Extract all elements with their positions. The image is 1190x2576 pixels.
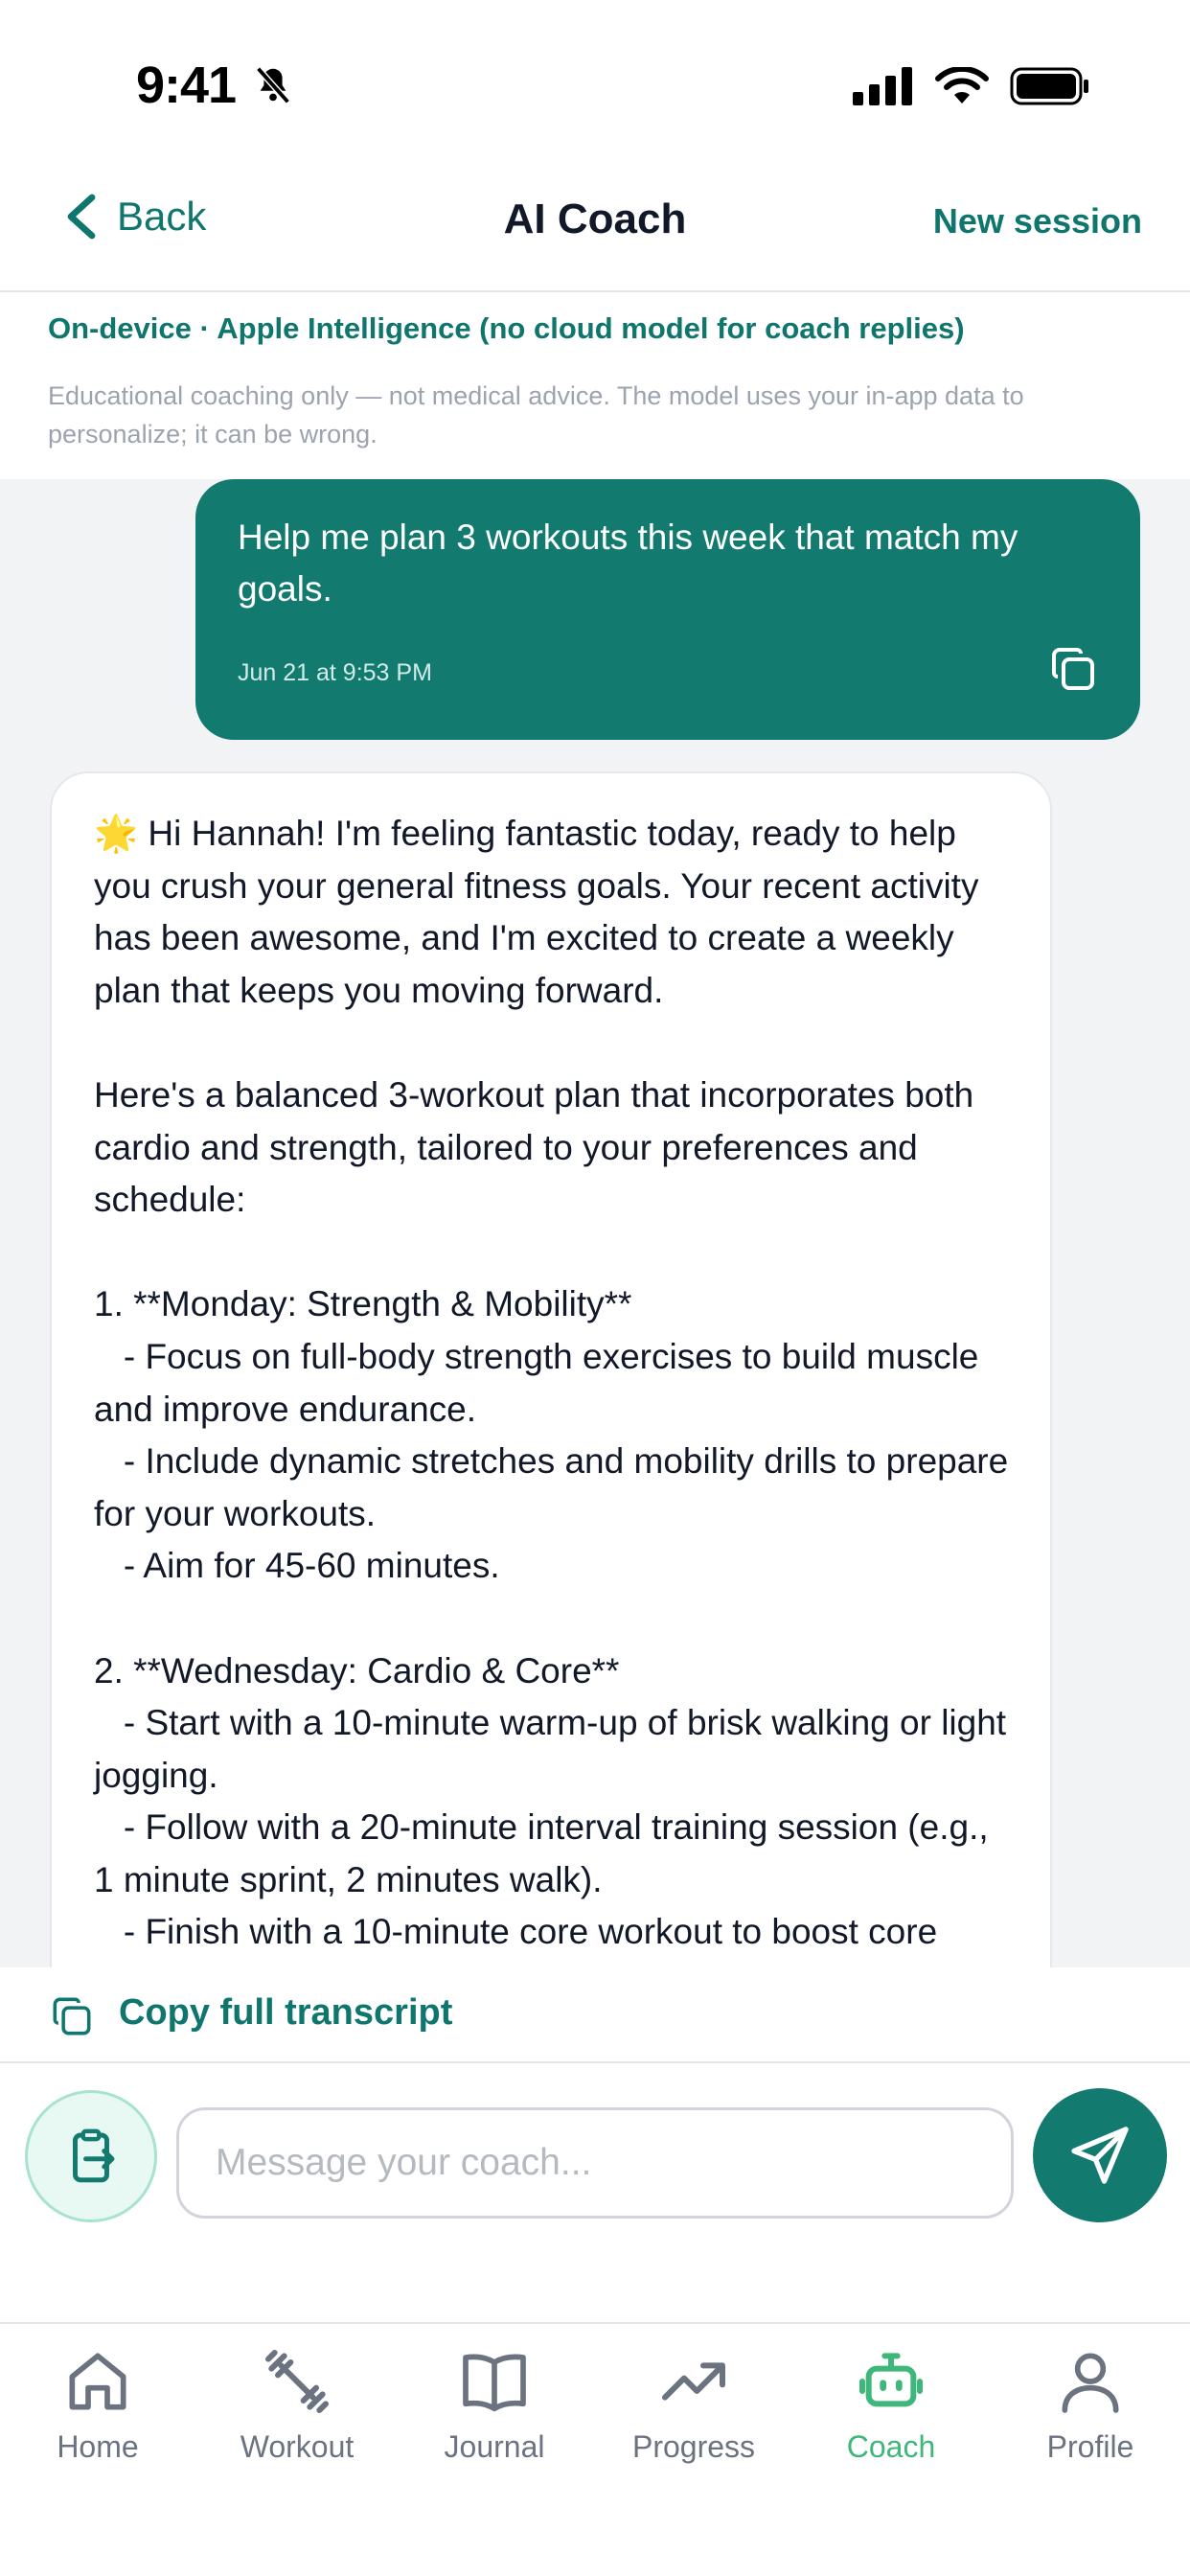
coach-message-text: 🌟 Hi Hannah! I'm feeling fantastic today… bbox=[94, 814, 1009, 1967]
tab-workout[interactable]: Workout bbox=[211, 2343, 383, 2496]
message-input[interactable] bbox=[176, 2107, 1014, 2219]
new-session-button[interactable]: New session bbox=[933, 201, 1142, 242]
send-icon bbox=[1071, 2127, 1129, 2184]
coach-message-bubble: 🌟 Hi Hannah! I'm feeling fantastic today… bbox=[50, 771, 1052, 1967]
on-device-label: On-device · Apple Intelligence (no cloud… bbox=[48, 311, 965, 345]
robot-icon bbox=[859, 2353, 923, 2407]
home-icon bbox=[69, 2353, 126, 2410]
nav-bar: Back AI Coach New session bbox=[0, 163, 1190, 292]
bell-off-icon bbox=[256, 66, 290, 104]
person-icon bbox=[1062, 2353, 1119, 2413]
copy-transcript-button[interactable]: Copy full transcript bbox=[0, 1967, 1190, 2063]
tab-progress[interactable]: Progress bbox=[607, 2343, 780, 2496]
tab-label: Profile bbox=[1046, 2429, 1134, 2464]
tab-coach[interactable]: Coach bbox=[805, 2343, 977, 2496]
message-timestamp: Jun 21 at 9:53 PM bbox=[238, 659, 432, 686]
dumbbell-icon bbox=[265, 2350, 329, 2413]
copy-icon bbox=[53, 1997, 91, 2036]
status-bar: 9:41 bbox=[0, 0, 1190, 163]
battery-icon bbox=[1010, 67, 1088, 105]
send-button[interactable] bbox=[1033, 2088, 1167, 2222]
trend-icon bbox=[662, 2362, 725, 2401]
chat-thread[interactable]: Help me plan 3 workouts this week that m… bbox=[0, 479, 1190, 1967]
disclaimer-text: Educational coaching only — not medical … bbox=[48, 381, 1024, 448]
tab-home[interactable]: Home bbox=[11, 2343, 184, 2496]
tab-bar: Home Workout Journal Progress Coach Prof… bbox=[0, 2322, 1190, 2576]
tab-label: Journal bbox=[444, 2429, 545, 2464]
ai-disclosure: On-device · Apple Intelligence (no cloud… bbox=[0, 292, 1190, 479]
tab-label: Workout bbox=[240, 2429, 355, 2464]
tab-journal[interactable]: Journal bbox=[408, 2343, 581, 2496]
message-composer bbox=[0, 2063, 1190, 2322]
tab-label: Progress bbox=[631, 2429, 756, 2464]
copy-transcript-label: Copy full transcript bbox=[119, 1992, 453, 2033]
chevron-left-icon bbox=[67, 194, 96, 240]
back-label: Back bbox=[117, 194, 207, 239]
book-icon bbox=[463, 2354, 526, 2412]
status-indicators bbox=[853, 67, 1090, 105]
tab-label: Coach bbox=[846, 2429, 936, 2464]
back-button[interactable]: Back bbox=[63, 192, 206, 242]
wifi-icon bbox=[935, 67, 989, 104]
user-message-bubble: Help me plan 3 workouts this week that m… bbox=[195, 479, 1140, 740]
cellular-signal-icon bbox=[853, 67, 912, 105]
user-message-text: Help me plan 3 workouts this week that m… bbox=[238, 518, 1018, 609]
status-time: 9:41 bbox=[136, 57, 237, 114]
tab-profile[interactable]: Profile bbox=[1004, 2343, 1177, 2496]
copy-icon[interactable] bbox=[1048, 644, 1098, 694]
clipboard-export-icon bbox=[73, 2128, 115, 2183]
insert-data-button[interactable] bbox=[25, 2090, 157, 2222]
tab-label: Home bbox=[57, 2429, 139, 2464]
